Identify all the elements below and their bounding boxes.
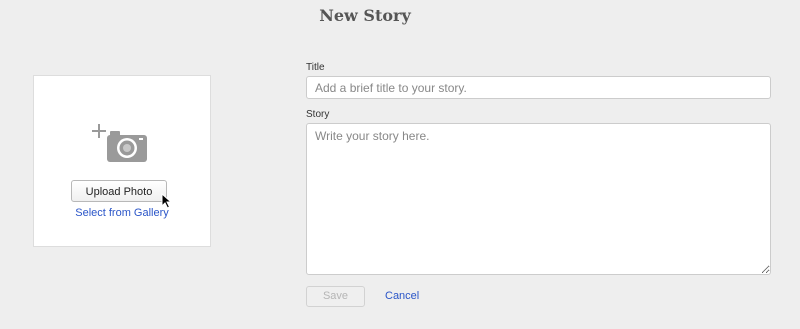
page-title: New Story (319, 6, 411, 25)
title-label: Title (306, 62, 325, 73)
save-button[interactable]: Save (306, 286, 365, 307)
mouse-pointer-icon (161, 192, 173, 209)
title-input[interactable] (306, 76, 771, 99)
cancel-link[interactable]: Cancel (385, 290, 419, 302)
upload-photo-button[interactable]: Upload Photo (71, 180, 167, 202)
story-textarea[interactable] (306, 123, 771, 275)
story-label: Story (306, 109, 330, 120)
select-from-gallery-link[interactable]: Select from Gallery (34, 207, 210, 219)
add-photo-camera-icon[interactable] (92, 124, 150, 164)
photo-upload-panel: Upload Photo Select from Gallery (33, 75, 211, 247)
